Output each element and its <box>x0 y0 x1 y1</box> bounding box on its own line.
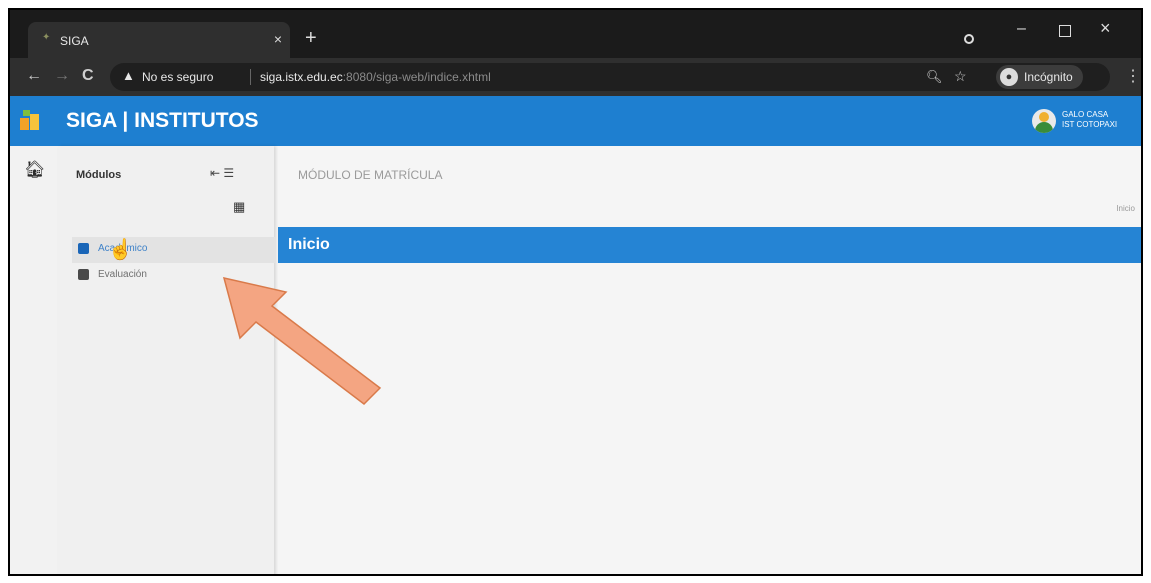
incognito-icon: ● <box>1000 68 1018 86</box>
incognito-badge[interactable]: ● Incógnito <box>996 65 1083 89</box>
forward-arrow-icon[interactable]: → <box>54 67 70 85</box>
browser-toolbar: ← → C ▲ No es seguro siga.istx.edu.ec:80… <box>10 58 1141 96</box>
user-name[interactable]: GALO CASA IST COTOPAXI <box>1062 110 1117 130</box>
browser-window: ✦ SIGA × + – × ← → C ▲ No es seguro siga… <box>8 8 1143 576</box>
page-banner: Inicio <box>278 227 1141 263</box>
url-path: :8080/siga-web/indice.xhtml <box>342 70 491 84</box>
avatar-head <box>1039 112 1049 122</box>
tab-siga[interactable]: ✦ SIGA × <box>28 22 290 58</box>
new-tab-button[interactable]: + <box>305 28 317 48</box>
arrow-shape <box>222 276 382 405</box>
maximize-button[interactable] <box>1059 25 1071 37</box>
content-area: 🏠︎ Módulos ⇤ ☰ ▦ Académico Evaluación MÓ… <box>10 146 1141 574</box>
incognito-label: Incógnito <box>1024 70 1073 84</box>
zoom-icon[interactable]: 🔍︎ <box>926 69 943 85</box>
module-title: MÓDULO DE MATRÍCULA <box>298 168 443 182</box>
menu-icon[interactable]: ⋮ <box>1125 66 1141 86</box>
grid-icon[interactable]: ▦ <box>233 199 245 215</box>
annotation-arrow-icon <box>222 276 382 405</box>
favicon-icon: ✦ <box>42 32 51 43</box>
sidebar-item-academico[interactable]: Académico <box>72 237 276 263</box>
book-icon <box>78 243 89 254</box>
siga-logo-icon <box>20 108 40 132</box>
star-icon[interactable]: ☆ <box>954 68 967 85</box>
user-name-line2: IST COTOPAXI <box>1062 120 1118 129</box>
app-header: SIGA | INSTITUTOS GALO CASA IST COTOPAXI <box>10 96 1141 146</box>
warning-icon[interactable]: ▲ <box>122 68 135 83</box>
back-arrow-icon[interactable]: ← <box>26 67 42 85</box>
tab-title: SIGA <box>60 34 89 48</box>
minimize-button[interactable]: – <box>1017 20 1026 38</box>
home-icon[interactable]: 🏠︎ <box>24 160 46 180</box>
user-name-line1: GALO CASA <box>1062 110 1109 119</box>
checkbox-icon <box>78 269 89 280</box>
divider <box>250 69 251 85</box>
avatar-body <box>1035 122 1053 133</box>
modules-label: Módulos <box>76 169 122 181</box>
breadcrumb[interactable]: Inicio <box>1116 204 1135 213</box>
page-title: Inicio <box>288 236 330 253</box>
security-status[interactable]: No es seguro <box>142 70 213 84</box>
close-window-button[interactable]: × <box>1100 18 1111 39</box>
collapse-menu-icon[interactable]: ⇤ ☰ <box>210 166 234 180</box>
app-title: SIGA | INSTITUTOS <box>66 109 259 132</box>
url-text[interactable]: siga.istx.edu.ec:8080/siga-web/indice.xh… <box>260 70 491 84</box>
icon-rail: 🏠︎ <box>10 146 58 574</box>
tab-strip: ✦ SIGA × + – × <box>10 10 1141 58</box>
main-panel: MÓDULO DE MATRÍCULA Inicio Inicio <box>278 146 1141 574</box>
hand-cursor-icon: ☝ <box>108 239 133 261</box>
url-host: siga.istx.edu.ec <box>260 70 343 84</box>
address-bar[interactable]: ▲ No es seguro siga.istx.edu.ec:8080/sig… <box>110 63 1110 91</box>
reload-icon[interactable]: C <box>82 67 94 85</box>
user-avatar[interactable] <box>1032 109 1056 133</box>
sidebar-item-label: Evaluación <box>98 269 147 280</box>
tab-close-icon[interactable]: × <box>274 31 282 47</box>
profile-icon[interactable] <box>964 34 974 44</box>
